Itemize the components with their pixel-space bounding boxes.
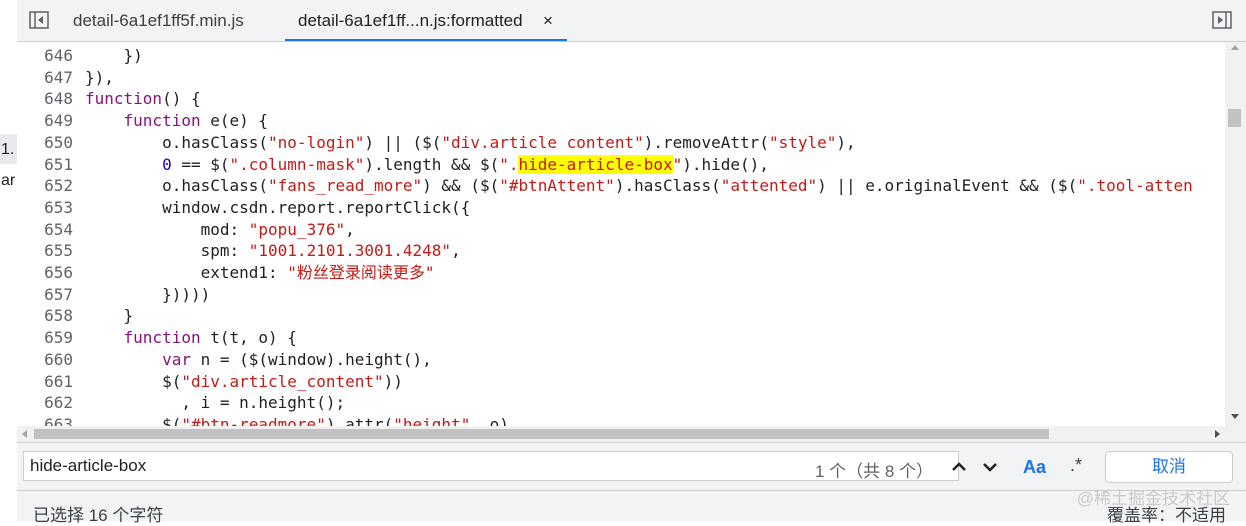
line-number[interactable]: 663 [17,414,73,426]
line-number[interactable]: 653 [17,197,73,219]
scroll-left-icon[interactable] [22,430,27,438]
toggle-navigator-icon[interactable] [29,11,49,29]
line-number[interactable]: 659 [17,327,73,349]
tab-label: detail-6a1ef1ff5f.min.js [73,11,244,30]
code-text: var n = ($(window).height(), [162,349,432,369]
active-tab-indicator [285,39,567,41]
code-text: function t(t, o) { [123,328,297,348]
toggle-debugger-icon[interactable] [1212,11,1232,29]
line-number[interactable]: 661 [17,371,73,393]
tab-label: detail-6a1ef1ff...n.js:formatted [298,11,523,30]
code-text: $("div.article_content")) [85,371,403,391]
match-count: 1 个（共 8 个） [815,462,934,481]
left-item-2[interactable]: ar [1,172,15,190]
horizontal-scrollbar[interactable] [17,426,1225,442]
line-number[interactable]: 656 [17,262,73,284]
line-number[interactable]: 657 [17,284,73,306]
code-editor[interactable]: 646 }) 647}), 648 function() { 649 function … [17,42,1225,426]
left-panel-strip: 1. ar [0,0,18,521]
status-bar: 已选择 16 个字符 覆盖率：不适用 @稀土掘金技术社区 [17,489,1246,525]
code-text: $("#btn-readmore").attr("height", o) [85,414,509,426]
line-number[interactable]: 660 [17,349,73,371]
code-text: mod: "popu_376", [85,219,355,239]
chevron-up-icon[interactable] [946,453,972,481]
line-number[interactable]: 648 [17,88,73,110]
line-number[interactable]: 654 [17,219,73,241]
search-bar: 1 个（共 8 个） Aa .* 取消 [17,442,1246,490]
line-number[interactable]: 658 [17,305,73,327]
code-text: , i = n.height(); [85,393,346,413]
editor-tab-bar: detail-6a1ef1ff5f.min.js detail-6a1ef1ff… [17,0,1246,42]
cancel-button[interactable]: 取消 [1105,451,1233,483]
line-number[interactable]: 652 [17,175,73,197]
code-text: extend1: "粉丝登录阅读更多" [85,263,435,282]
code-text: })))) [85,284,211,304]
code-text: } [85,306,134,326]
line-number[interactable]: 650 [17,132,73,154]
code-text: function e(e) { [123,111,269,131]
code-text: spm: "1001.2101.3001.4248", [85,241,461,261]
scroll-right-icon[interactable] [1215,430,1220,438]
line-number[interactable]: 651 [17,154,73,176]
watermark: @稀土掘金技术社区 [1076,489,1230,508]
vertical-scrollbar[interactable] [1225,42,1246,426]
left-item-1[interactable]: 1. [1,141,14,159]
scroll-thumb[interactable] [1228,109,1241,127]
scroll-up-icon[interactable] [1231,45,1239,50]
regex-button[interactable]: .* [1070,455,1082,476]
code-text: 0 == $(".column-mask").length && $(".hid… [162,154,769,174]
code-text: function() { [85,89,201,109]
line-number[interactable]: 649 [17,110,73,132]
tab-min-js[interactable]: detail-6a1ef1ff5f.min.js [73,0,244,41]
code-text: }), [85,67,114,87]
scroll-thumb[interactable] [34,429,1049,439]
selection-status: 已选择 16 个字符 [33,506,164,525]
close-icon[interactable]: × [543,0,553,41]
scroll-down-icon[interactable] [1231,414,1239,419]
code-text: o.hasClass("fans_read_more") && ($("#btn… [85,176,1193,196]
line-number[interactable]: 646 [17,45,73,67]
code-text: o.hasClass("no-login") || ($("div.articl… [85,132,856,152]
code-text: }) [85,46,143,65]
line-number[interactable]: 655 [17,240,73,262]
line-number[interactable]: 647 [17,67,73,89]
match-case-button[interactable]: Aa [1023,457,1046,478]
scrollbar-corner [1225,426,1246,442]
line-number[interactable]: 662 [17,392,73,414]
chevron-down-icon[interactable] [977,453,1003,481]
tab-formatted-js[interactable]: detail-6a1ef1ff...n.js:formatted × [285,0,567,41]
code-text: window.csdn.report.reportClick({ [85,197,471,217]
